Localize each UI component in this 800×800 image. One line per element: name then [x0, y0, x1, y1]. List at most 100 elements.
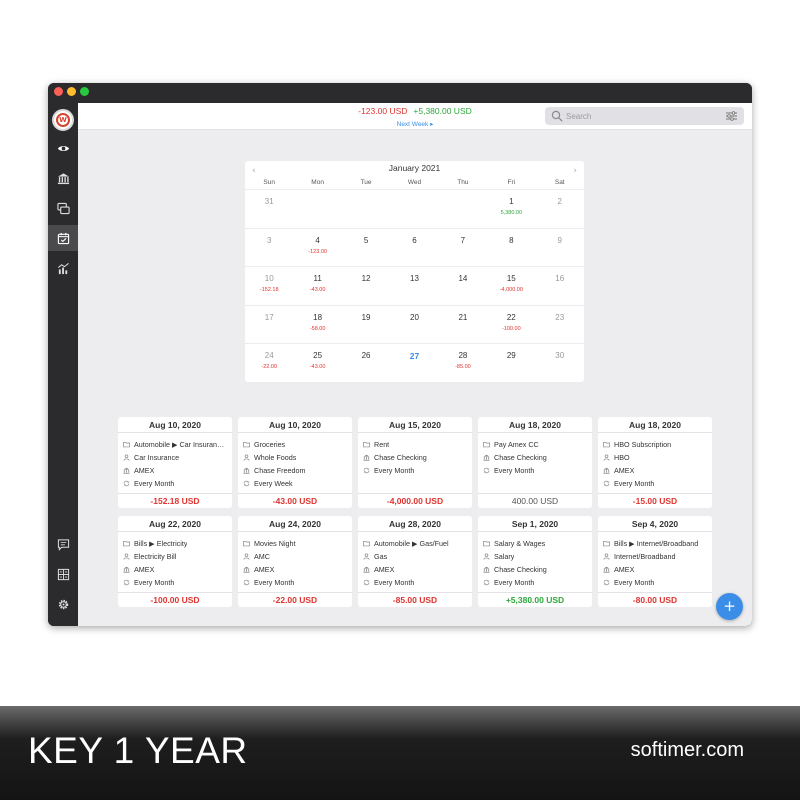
calendar-day[interactable] — [293, 190, 341, 228]
calendar-week-row: 31 1 5,380.00 2 — [245, 189, 584, 228]
transaction-detail-text: AMEX — [614, 466, 635, 475]
transaction-card[interactable]: Aug 10, 2020 Automobile ▶ Car Insuran… Car… — [118, 417, 232, 508]
calendar-day[interactable]: 31 — [245, 190, 293, 228]
transaction-detail-line: AMEX — [602, 563, 712, 576]
calendar-day[interactable]: 7 — [439, 229, 487, 267]
transaction-card[interactable]: Aug 15, 2020 Rent Chase Checking Every Mont… — [358, 417, 472, 508]
calendar-day[interactable]: 5 — [342, 229, 390, 267]
calendar-day[interactable]: 19 — [342, 306, 390, 344]
calendar-day[interactable]: 2 — [536, 190, 584, 228]
transaction-amount: -15.00 USD — [598, 493, 712, 508]
calendar-day[interactable]: 16 — [536, 267, 584, 305]
calendar-day[interactable]: 29 — [487, 344, 535, 382]
transaction-card[interactable]: Aug 28, 2020 Automobile ▶ Gas/Fuel Gas AMEX… — [358, 516, 472, 607]
calendar-day[interactable]: 17 — [245, 306, 293, 344]
transaction-date: Sep 1, 2020 — [478, 516, 592, 532]
calendar-day[interactable]: 14 — [439, 267, 487, 305]
bank-icon — [122, 466, 131, 475]
calendar-day[interactable]: 30 — [536, 344, 584, 382]
transaction-details: Groceries Whole Foods Chase Freedom Every W… — [238, 433, 352, 490]
calendar-week-row: 24 -22.00 25 -43.00 26 27 28 -85.00 29 30 — [245, 343, 584, 382]
calendar-day[interactable]: 18 -58.00 — [293, 306, 341, 344]
calendar-day[interactable]: 1 5,380.00 — [487, 190, 535, 228]
day-amount: -43.00 — [309, 287, 326, 294]
calendar-day[interactable]: 12 — [342, 267, 390, 305]
folder-icon — [242, 539, 251, 548]
transaction-card[interactable]: Sep 4, 2020 Bills ▶ Internet/Broadband Int… — [598, 516, 712, 607]
day-number: 4 — [315, 235, 320, 245]
transaction-card[interactable]: Aug 18, 2020 Pay Amex CC Chase Checking Eve… — [478, 417, 592, 508]
transaction-detail-line: AMEX — [602, 464, 712, 477]
weekday-label: Tue — [360, 179, 372, 186]
calendar-day[interactable]: 10 -152.18 — [245, 267, 293, 305]
transaction-detail-text: Internet/Broadband — [614, 552, 676, 561]
transaction-detail-line: Every Month — [362, 576, 472, 589]
day-number: 13 — [410, 274, 419, 284]
transaction-card[interactable]: Aug 22, 2020 Bills ▶ Electricity Electrici… — [118, 516, 232, 607]
sidebar-item-chat[interactable] — [48, 531, 78, 557]
calendar-day[interactable]: 25 -43.00 — [293, 344, 341, 382]
transaction-amount: -4,000.00 USD — [358, 493, 472, 508]
minimize-window-button[interactable] — [67, 87, 76, 96]
chevron-left-icon[interactable]: ‹ — [252, 166, 256, 176]
calendar-day[interactable] — [390, 190, 438, 228]
calendar-day[interactable]: 23 — [536, 306, 584, 344]
sidebar-item-chart[interactable] — [48, 255, 78, 281]
calendar-day-today[interactable]: 27 — [390, 344, 438, 382]
transaction-detail-line: Every Month — [122, 576, 232, 589]
folder-icon — [122, 440, 131, 449]
add-transaction-button[interactable]: + — [716, 593, 743, 620]
calendar-day[interactable]: 22 -100.00 — [487, 306, 535, 344]
search-box[interactable] — [545, 107, 744, 125]
day-number: 10 — [264, 274, 274, 284]
calendar-day[interactable]: 4 -123.00 — [293, 229, 341, 267]
day-number: 5 — [363, 235, 369, 245]
calendar-day[interactable]: 26 — [342, 344, 390, 382]
calendar-day[interactable]: 8 — [487, 229, 535, 267]
sidebar-item-gear[interactable] — [48, 591, 78, 617]
transaction-detail-text: Chase Checking — [494, 565, 547, 574]
eye-icon — [57, 145, 69, 151]
calendar-day[interactable]: 24 -22.00 — [245, 344, 293, 382]
close-window-button[interactable] — [54, 87, 63, 96]
transaction-card[interactable]: Aug 10, 2020 Groceries Whole Foods Chase Fr… — [238, 417, 352, 508]
calendar-day[interactable]: 20 — [390, 306, 438, 344]
day-number — [439, 197, 487, 208]
chevron-right-icon[interactable]: › — [573, 166, 577, 176]
search-input[interactable] — [566, 109, 716, 123]
day-number — [390, 197, 438, 208]
sidebar-item-stacked-cards[interactable] — [48, 195, 78, 221]
transaction-detail-text: Car Insurance — [134, 453, 180, 462]
sidebar-item-calendar-check[interactable] — [48, 225, 78, 251]
day-amount: -43.00 — [309, 364, 326, 371]
transaction-details: Rent Chase Checking Every Month — [358, 433, 472, 477]
calendar-day[interactable]: 3 — [245, 229, 293, 267]
transaction-date: Aug 10, 2020 — [118, 417, 232, 433]
calendar-day[interactable] — [342, 190, 390, 228]
transaction-detail-line: Salary — [482, 550, 592, 563]
calendar-day[interactable]: 21 — [439, 306, 487, 344]
zoom-window-button[interactable] — [80, 87, 89, 96]
calendar-day[interactable]: 13 — [390, 267, 438, 305]
calendar-day[interactable]: 15 -4,000.00 — [487, 267, 535, 305]
calendar-day[interactable]: 9 — [536, 229, 584, 267]
day-number: 1 — [509, 197, 514, 206]
calendar-day[interactable]: 28 -85.00 — [439, 344, 487, 382]
calendar-week-row: 17 18 -58.00 19 20 21 22 -100.00 23 — [245, 304, 584, 344]
transaction-card[interactable]: Aug 18, 2020 HBO Subscription HBO AMEX Every… — [598, 417, 712, 508]
sidebar-item-eye[interactable] — [48, 135, 78, 161]
transaction-detail-line: Every Month — [362, 464, 472, 477]
bank-icon — [57, 172, 69, 184]
day-amount: -58.00 — [309, 325, 326, 332]
weekday-label: Sun — [263, 179, 275, 186]
transaction-card[interactable]: Sep 1, 2020 Salary & Wages Salary Chase Che… — [478, 516, 592, 607]
app-logo[interactable]: W — [52, 109, 74, 131]
sidebar-item-grid[interactable] — [48, 561, 78, 587]
filter-sliders-icon[interactable] — [726, 111, 737, 121]
transaction-amount: -22.00 USD — [238, 592, 352, 607]
transaction-card[interactable]: Aug 24, 2020 Movies Night AMC AMEX Every Mon… — [238, 516, 352, 607]
calendar-day[interactable] — [439, 190, 487, 228]
sidebar-item-bank[interactable] — [48, 165, 78, 191]
calendar-day[interactable]: 11 -43.00 — [293, 267, 341, 305]
calendar-day[interactable]: 6 — [390, 229, 438, 267]
